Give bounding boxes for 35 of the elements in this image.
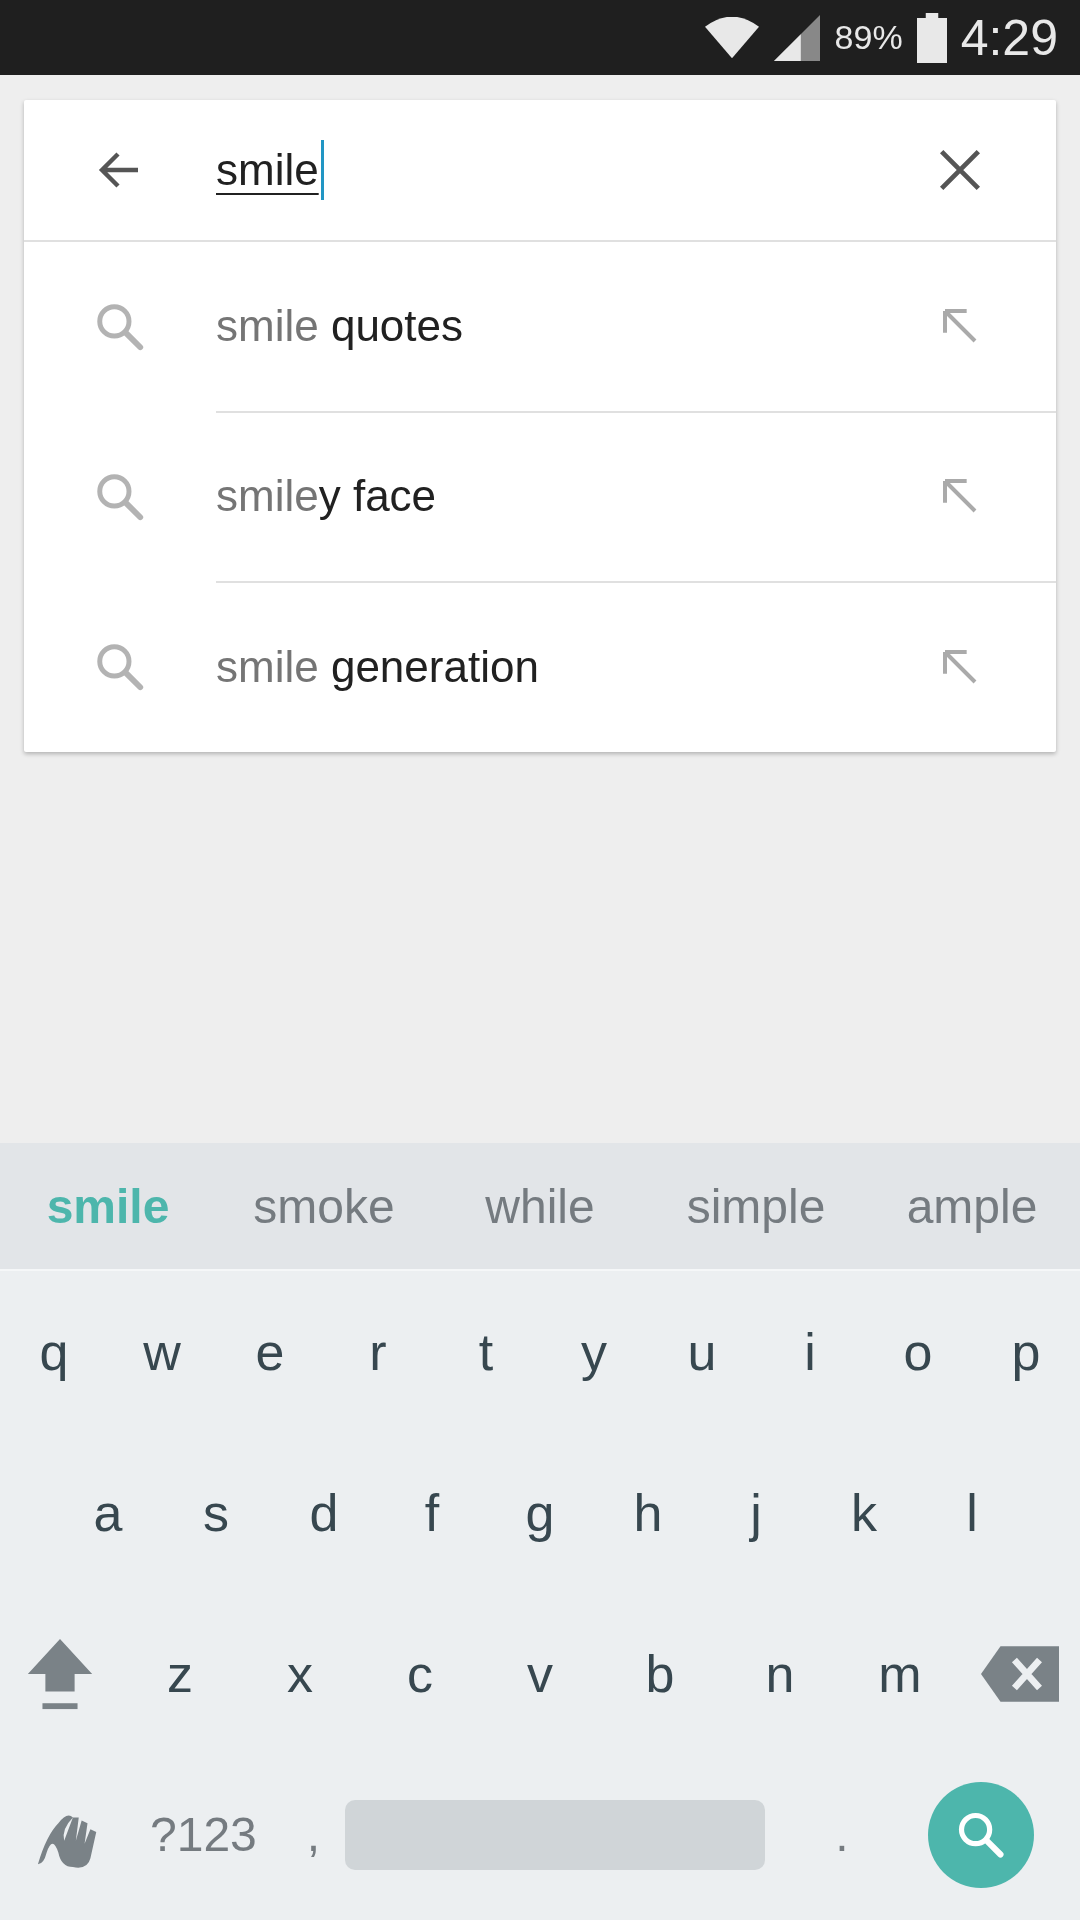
keyboard-key[interactable]: u: [687, 1321, 717, 1382]
keyboard-key[interactable]: l: [966, 1482, 978, 1543]
keyboard-key[interactable]: d: [309, 1482, 339, 1543]
keyboard-key[interactable]: g: [525, 1482, 555, 1543]
keyboard-key[interactable]: a: [93, 1482, 123, 1543]
keyboard-key[interactable]: e: [255, 1321, 285, 1382]
keyboard-key[interactable]: f: [424, 1482, 440, 1543]
suggestion-text[interactable]: smile quotes: [216, 301, 864, 351]
suggestion-text[interactable]: smiley face: [216, 471, 864, 521]
clock: 4:29: [960, 8, 1058, 67]
keyboard-key[interactable]: c: [407, 1643, 433, 1704]
keyboard-key[interactable]: j: [750, 1482, 762, 1543]
keyboard-key[interactable]: v: [527, 1643, 553, 1704]
keyboard-key[interactable]: s: [203, 1482, 229, 1543]
keyboard-key[interactable]: h: [633, 1482, 663, 1543]
keyboard-key[interactable]: w: [143, 1321, 181, 1382]
keyboard-key[interactable]: r: [369, 1321, 387, 1382]
suggestion-text[interactable]: smile generation: [216, 642, 864, 692]
keyboard-key[interactable]: t: [478, 1321, 494, 1382]
keyboard-key[interactable]: m: [878, 1643, 922, 1704]
keyboard-key[interactable]: k: [851, 1482, 877, 1543]
period-key[interactable]: .: [835, 1807, 849, 1862]
keyboard-key[interactable]: p: [1011, 1321, 1041, 1382]
symbols-key[interactable]: ?123: [150, 1807, 257, 1862]
battery-percentage: 89%: [834, 18, 903, 57]
comma-key[interactable]: ,: [306, 1807, 321, 1862]
keyboard-key[interactable]: n: [765, 1643, 795, 1704]
keyboard-key[interactable]: b: [645, 1643, 675, 1704]
keyboard-key[interactable]: y: [581, 1321, 607, 1382]
keyboard-key[interactable]: z: [167, 1643, 193, 1704]
keyboard-key[interactable]: o: [903, 1321, 933, 1382]
keyboard-key[interactable]: i: [804, 1321, 816, 1382]
search-field[interactable]: smile: [216, 140, 864, 200]
keyboard-key[interactable]: x: [287, 1643, 313, 1704]
keyboard-key[interactable]: q: [39, 1321, 69, 1382]
